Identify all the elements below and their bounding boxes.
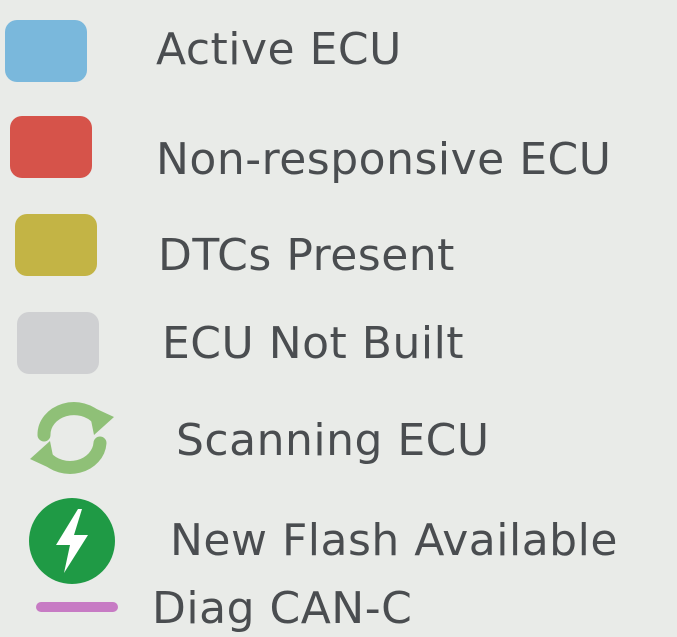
legend-item-dtcs-present: DTCs Present bbox=[0, 200, 677, 300]
ecu-not-built-swatch bbox=[17, 312, 99, 374]
legend-item-scanning-ecu: Scanning ECU bbox=[0, 395, 677, 495]
legend-label: DTCs Present bbox=[158, 230, 455, 281]
active-ecu-swatch bbox=[5, 20, 87, 82]
legend-label: New Flash Available bbox=[170, 515, 618, 566]
legend-item-new-flash-available: New Flash Available bbox=[0, 493, 677, 593]
non-responsive-ecu-swatch bbox=[10, 116, 92, 178]
legend-label: Scanning ECU bbox=[176, 415, 490, 466]
refresh-arrows-icon bbox=[24, 397, 120, 479]
legend-item-non-responsive-ecu: Non-responsive ECU bbox=[0, 100, 677, 200]
legend-label: Active ECU bbox=[156, 24, 402, 75]
legend-item-ecu-not-built: ECU Not Built bbox=[0, 300, 677, 400]
legend-label: Non-responsive ECU bbox=[156, 134, 612, 185]
legend-label: Diag CAN-C bbox=[152, 583, 413, 634]
line-swatch bbox=[36, 602, 118, 612]
ecu-status-legend: Active ECU Non-responsive ECU DTCs Prese… bbox=[0, 0, 677, 637]
legend-label: ECU Not Built bbox=[162, 318, 465, 369]
legend-item-diag-can-c: Diag CAN-C bbox=[0, 585, 677, 637]
dtcs-present-swatch bbox=[15, 214, 97, 276]
lightning-bolt-icon bbox=[28, 497, 116, 585]
legend-item-active-ecu: Active ECU bbox=[0, 0, 677, 100]
